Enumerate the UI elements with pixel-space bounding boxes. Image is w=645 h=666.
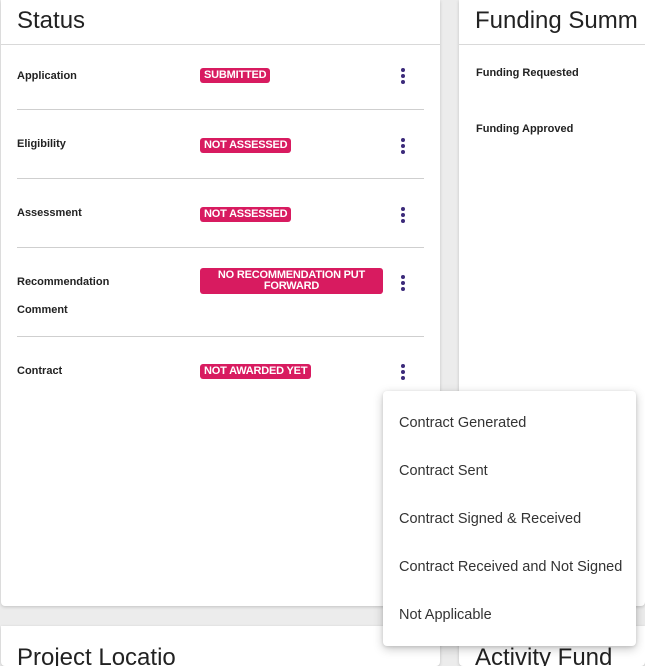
assessment-more-icon[interactable] <box>395 205 411 225</box>
assessment-label: Assessment <box>17 207 82 219</box>
application-label: Application <box>17 70 77 82</box>
menu-item-contract-generated[interactable]: Contract Generated <box>383 399 636 447</box>
contract-more-icon[interactable] <box>395 362 411 382</box>
application-more-icon[interactable] <box>395 66 411 86</box>
menu-item-contract-signed-received[interactable]: Contract Signed & Received <box>383 495 636 543</box>
status-card: Status Application SUBMITTED Eligibility… <box>1 0 440 606</box>
status-title: Status <box>1 0 440 45</box>
status-row-assessment: Assessment NOT ASSESSED <box>17 179 424 248</box>
menu-item-contract-received-not-signed[interactable]: Contract Received and Not Signed <box>383 543 636 591</box>
eligibility-label: Eligibility <box>17 138 66 150</box>
status-row-application: Application SUBMITTED <box>17 62 424 110</box>
contract-status-menu: Contract Generated Contract Sent Contrac… <box>383 391 636 646</box>
menu-item-contract-sent[interactable]: Contract Sent <box>383 447 636 495</box>
funding-requested-label: Funding Requested <box>476 67 579 79</box>
status-row-contract: Contract NOT AWARDED YET <box>17 337 424 397</box>
project-location-title: Project Locatio <box>17 644 176 666</box>
contract-label: Contract <box>17 365 63 377</box>
assessment-status-badge: NOT ASSESSED <box>200 207 292 222</box>
recommendation-status-badge: NO RECOMMENDATION PUT FORWARD <box>200 268 383 294</box>
menu-item-not-applicable[interactable]: Not Applicable <box>383 591 636 639</box>
application-status-badge: SUBMITTED <box>200 68 271 83</box>
funding-approved-label: Funding Approved <box>476 123 574 135</box>
recommendation-label-line2: Comment <box>17 304 68 316</box>
recommendation-more-icon[interactable] <box>395 273 411 293</box>
status-row-recommendation: Recommendation Comment NO RECOMMENDATION… <box>17 248 424 337</box>
eligibility-status-badge: NOT ASSESSED <box>200 138 292 153</box>
funding-title: Funding Summ <box>459 0 645 45</box>
eligibility-more-icon[interactable] <box>395 136 411 156</box>
contract-status-badge: NOT AWARDED YET <box>200 364 312 379</box>
recommendation-label-line1: Recommendation <box>17 276 110 288</box>
project-location-card: Project Locatio <box>1 626 440 666</box>
status-row-eligibility: Eligibility NOT ASSESSED <box>17 110 424 179</box>
